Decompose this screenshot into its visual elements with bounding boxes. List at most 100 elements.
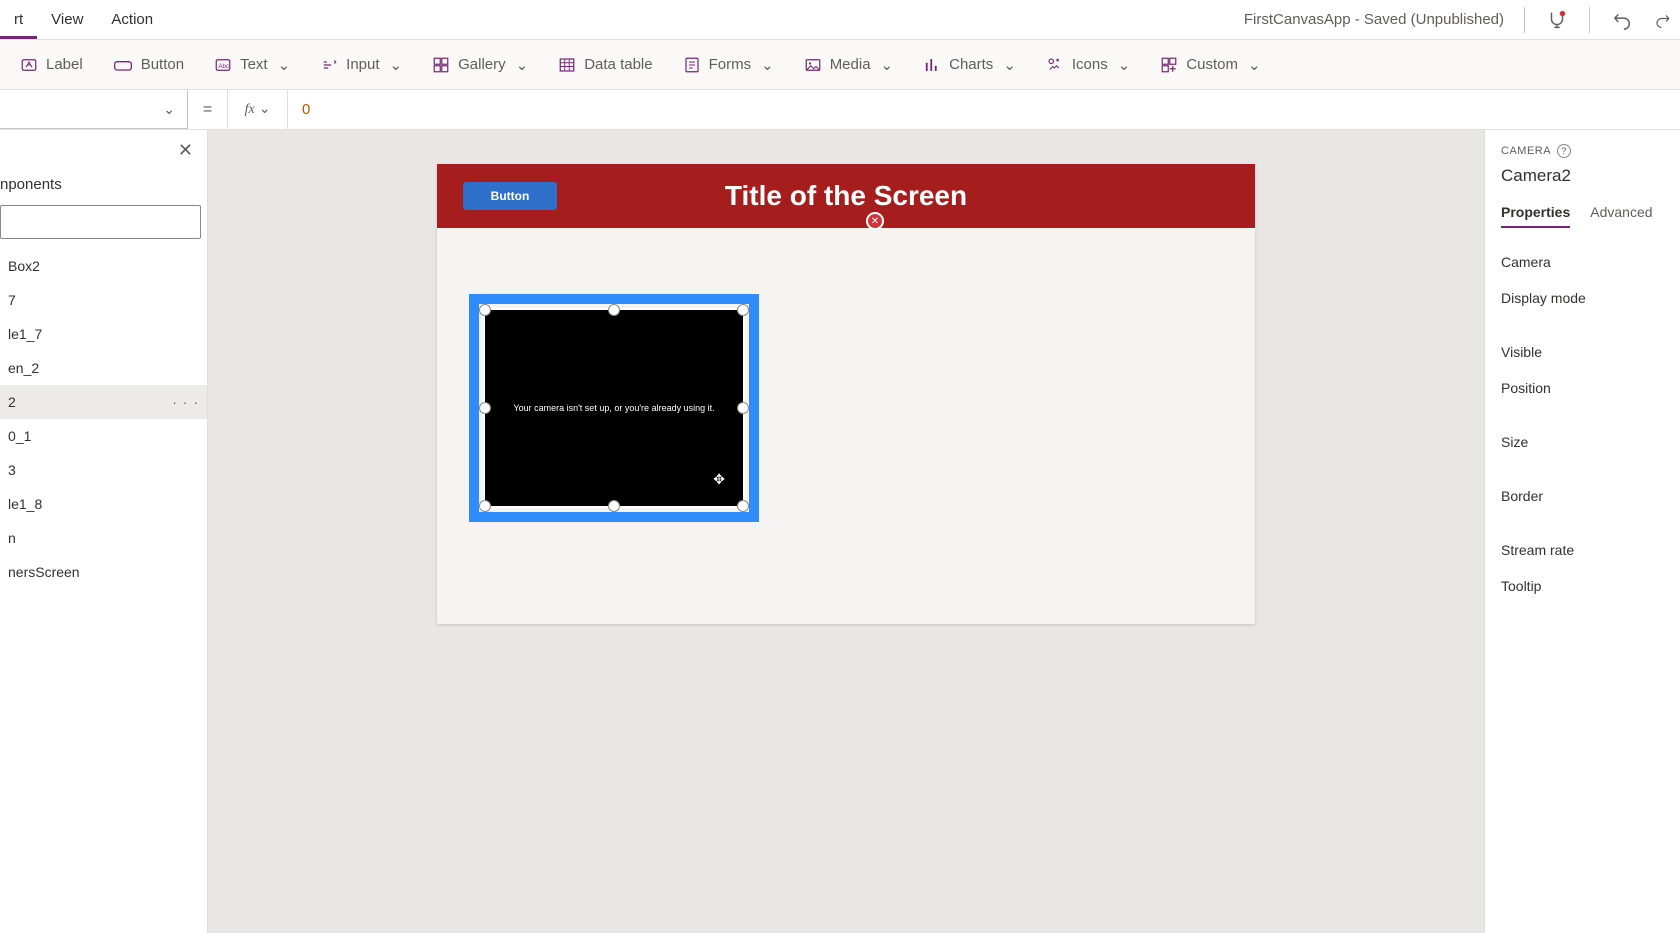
menu-action[interactable]: Action <box>97 3 167 36</box>
formula-input[interactable]: 0 <box>288 90 1680 129</box>
menu-insert[interactable]: rt <box>0 3 37 39</box>
property-row[interactable]: Camera <box>1501 244 1680 280</box>
property-row[interactable]: Tooltip <box>1501 568 1680 604</box>
tree-item-label: le1_7 <box>8 326 42 342</box>
property-row[interactable]: Display mode <box>1501 280 1680 316</box>
resize-handle-e[interactable] <box>737 402 749 414</box>
camera-control-selection[interactable]: Your camera isn't set up, or you're alre… <box>469 294 759 522</box>
chevron-down-icon: ⌄ <box>1003 56 1016 74</box>
tree-item-label: 7 <box>8 292 16 308</box>
tree-item-label: nersScreen <box>8 564 80 580</box>
ribbon-charts-button[interactable]: Charts ⌄ <box>919 50 1020 80</box>
chevron-down-icon: ⌄ <box>259 101 271 118</box>
tree-item[interactable]: 3 <box>0 453 207 487</box>
tree-panel: ✕ nponents Box2 7 le1_7 en_2 2 · · · 0_1 3 le1_8… <box>0 130 208 933</box>
resize-handle-nw[interactable] <box>479 304 491 316</box>
menubar-right: FirstCanvasApp - Saved (Unpublished) <box>1244 2 1672 38</box>
chevron-down-icon: ⌄ <box>761 56 774 74</box>
ribbon-gallery-button[interactable]: Gallery ⌄ <box>428 50 532 80</box>
props-tabs: Properties Advanced <box>1501 204 1680 228</box>
main-area: ✕ nponents Box2 7 le1_7 en_2 2 · · · 0_1 3 le1_8… <box>0 130 1680 933</box>
ribbon-forms-button[interactable]: Forms ⌄ <box>679 50 778 80</box>
search-input[interactable] <box>0 205 201 239</box>
canvas-button[interactable]: Button <box>463 182 557 210</box>
spacer <box>1501 460 1680 478</box>
property-selector[interactable]: ⌄ <box>0 90 188 129</box>
ribbon-charts-text: Charts <box>949 56 993 73</box>
custom-icon <box>1160 56 1178 74</box>
error-badge-icon[interactable]: ✕ <box>866 212 884 230</box>
redo-icon[interactable] <box>1654 2 1672 38</box>
tree-item[interactable]: Box2 <box>0 249 207 283</box>
tree-item-label: Box2 <box>8 258 40 274</box>
tree-item[interactable]: le1_8 <box>0 487 207 521</box>
camera-message: Your camera isn't set up, or you're alre… <box>513 403 714 413</box>
ribbon-datatable-text: Data table <box>584 56 652 73</box>
tree-item-label: 2 <box>8 394 16 410</box>
screen-title-bar: Button Title of the Screen ✕ <box>437 164 1255 228</box>
resize-handle-s[interactable] <box>608 500 620 512</box>
close-icon[interactable]: ✕ <box>178 140 193 161</box>
app-canvas[interactable]: Button Title of the Screen ✕ Your camera… <box>437 164 1255 624</box>
tree-item-label: n <box>8 530 16 546</box>
chevron-down-icon: ⌄ <box>1248 56 1261 74</box>
chevron-down-icon: ⌄ <box>278 56 291 74</box>
control-type-text: CAMERA <box>1501 145 1551 157</box>
tree-item[interactable]: 0_1 <box>0 419 207 453</box>
ribbon-media-button[interactable]: Media ⌄ <box>800 50 897 80</box>
tab-advanced[interactable]: Advanced <box>1590 204 1652 228</box>
icons-icon <box>1046 56 1064 74</box>
health-check-icon[interactable] <box>1539 2 1575 38</box>
tree-tab-components[interactable]: nponents <box>0 170 207 203</box>
ribbon-text-text: Text <box>240 56 268 73</box>
property-row[interactable]: Visible <box>1501 334 1680 370</box>
canvas-area[interactable]: Button Title of the Screen ✕ Your camera… <box>208 130 1484 933</box>
ribbon-button-button[interactable]: Button <box>109 50 188 80</box>
tree-item[interactable]: n <box>0 521 207 555</box>
ribbon-datatable-button[interactable]: Data table <box>554 50 656 80</box>
chevron-down-icon: ⌄ <box>881 56 894 74</box>
resize-handle-sw[interactable] <box>479 500 491 512</box>
tree-item[interactable]: en_2 <box>0 351 207 385</box>
chevron-down-icon: ⌄ <box>1118 56 1131 74</box>
resize-handle-w[interactable] <box>479 402 491 414</box>
screen-title: Title of the Screen <box>437 180 1255 212</box>
tree-item[interactable]: 7 <box>0 283 207 317</box>
property-row[interactable]: Stream rate <box>1501 532 1680 568</box>
property-row[interactable]: Position <box>1501 370 1680 406</box>
more-icon[interactable]: · · · <box>172 394 199 410</box>
menubar-divider-2 <box>1589 7 1590 33</box>
ribbon-custom-text: Custom <box>1186 56 1238 73</box>
tree-list: Box2 7 le1_7 en_2 2 · · · 0_1 3 le1_8n nersScreen <box>0 249 207 933</box>
resize-handle-n[interactable] <box>608 304 620 316</box>
help-icon[interactable]: ? <box>1557 144 1571 158</box>
ribbon-toolbar: Label Button Abc Text ⌄ Input ⌄ Gallery … <box>0 40 1680 90</box>
app-title: FirstCanvasApp - Saved (Unpublished) <box>1244 11 1504 28</box>
ribbon-icons-button[interactable]: Icons ⌄ <box>1042 50 1134 80</box>
camera-control[interactable]: Your camera isn't set up, or you're alre… <box>483 308 745 508</box>
ribbon-label-button[interactable]: Label <box>16 50 87 80</box>
tree-item[interactable]: 2 · · · <box>0 385 207 419</box>
svg-text:Abc: Abc <box>219 64 229 70</box>
ribbon-text-button[interactable]: Abc Text ⌄ <box>210 50 294 80</box>
resize-handle-ne[interactable] <box>737 304 749 316</box>
equals-label: = <box>188 90 228 129</box>
ribbon-input-button[interactable]: Input ⌄ <box>316 50 406 80</box>
menu-view[interactable]: View <box>37 3 97 36</box>
datatable-icon <box>558 56 576 74</box>
tree-item[interactable]: nersScreen <box>0 555 207 589</box>
undo-icon[interactable] <box>1604 2 1640 38</box>
property-rows: CameraDisplay mode VisiblePosition Size Bor… <box>1501 244 1680 604</box>
property-row[interactable]: Border <box>1501 478 1680 514</box>
control-name[interactable]: Camera2 <box>1501 166 1680 186</box>
tree-item[interactable]: le1_7 <box>0 317 207 351</box>
move-cursor-icon: ✥ <box>713 471 725 488</box>
menubar-divider <box>1524 7 1525 33</box>
resize-handle-se[interactable] <box>737 500 749 512</box>
ribbon-custom-button[interactable]: Custom ⌄ <box>1156 50 1264 80</box>
tree-item-label: 3 <box>8 462 16 478</box>
property-row[interactable]: Size <box>1501 424 1680 460</box>
fx-button[interactable]: fx ⌄ <box>228 90 288 129</box>
tab-properties[interactable]: Properties <box>1501 204 1570 228</box>
ribbon-media-text: Media <box>830 56 871 73</box>
